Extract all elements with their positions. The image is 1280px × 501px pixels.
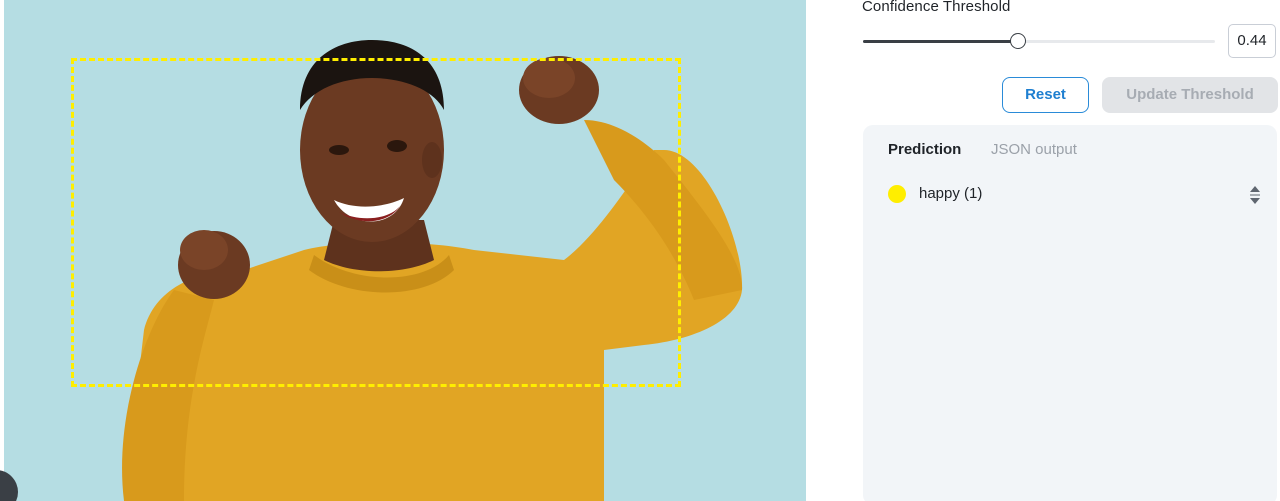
slider-fill: [863, 40, 1018, 43]
settings-panel: Confidence Threshold 0.44 Reset Update T…: [818, 0, 1280, 501]
prediction-card: Prediction JSON output happy (1): [863, 125, 1277, 501]
tab-json-output[interactable]: JSON output: [991, 141, 1077, 158]
image-pane: [0, 0, 806, 501]
class-color-dot: [888, 185, 906, 203]
reset-button[interactable]: Reset: [1002, 77, 1089, 113]
slider-thumb[interactable]: [1009, 33, 1026, 49]
app-root: Confidence Threshold 0.44 Reset Update T…: [0, 0, 1280, 501]
prediction-item[interactable]: happy (1): [888, 183, 1260, 205]
detection-bounding-box: [71, 58, 681, 387]
tab-prediction[interactable]: Prediction: [888, 141, 961, 158]
sort-arrows-icon[interactable]: [1248, 183, 1262, 207]
threshold-label: Confidence Threshold: [862, 0, 1011, 15]
threshold-slider[interactable]: [863, 33, 1215, 49]
update-threshold-button[interactable]: Update Threshold: [1102, 77, 1278, 113]
threshold-value-input[interactable]: 0.44: [1228, 24, 1276, 58]
prediction-item-label: happy (1): [919, 185, 983, 202]
